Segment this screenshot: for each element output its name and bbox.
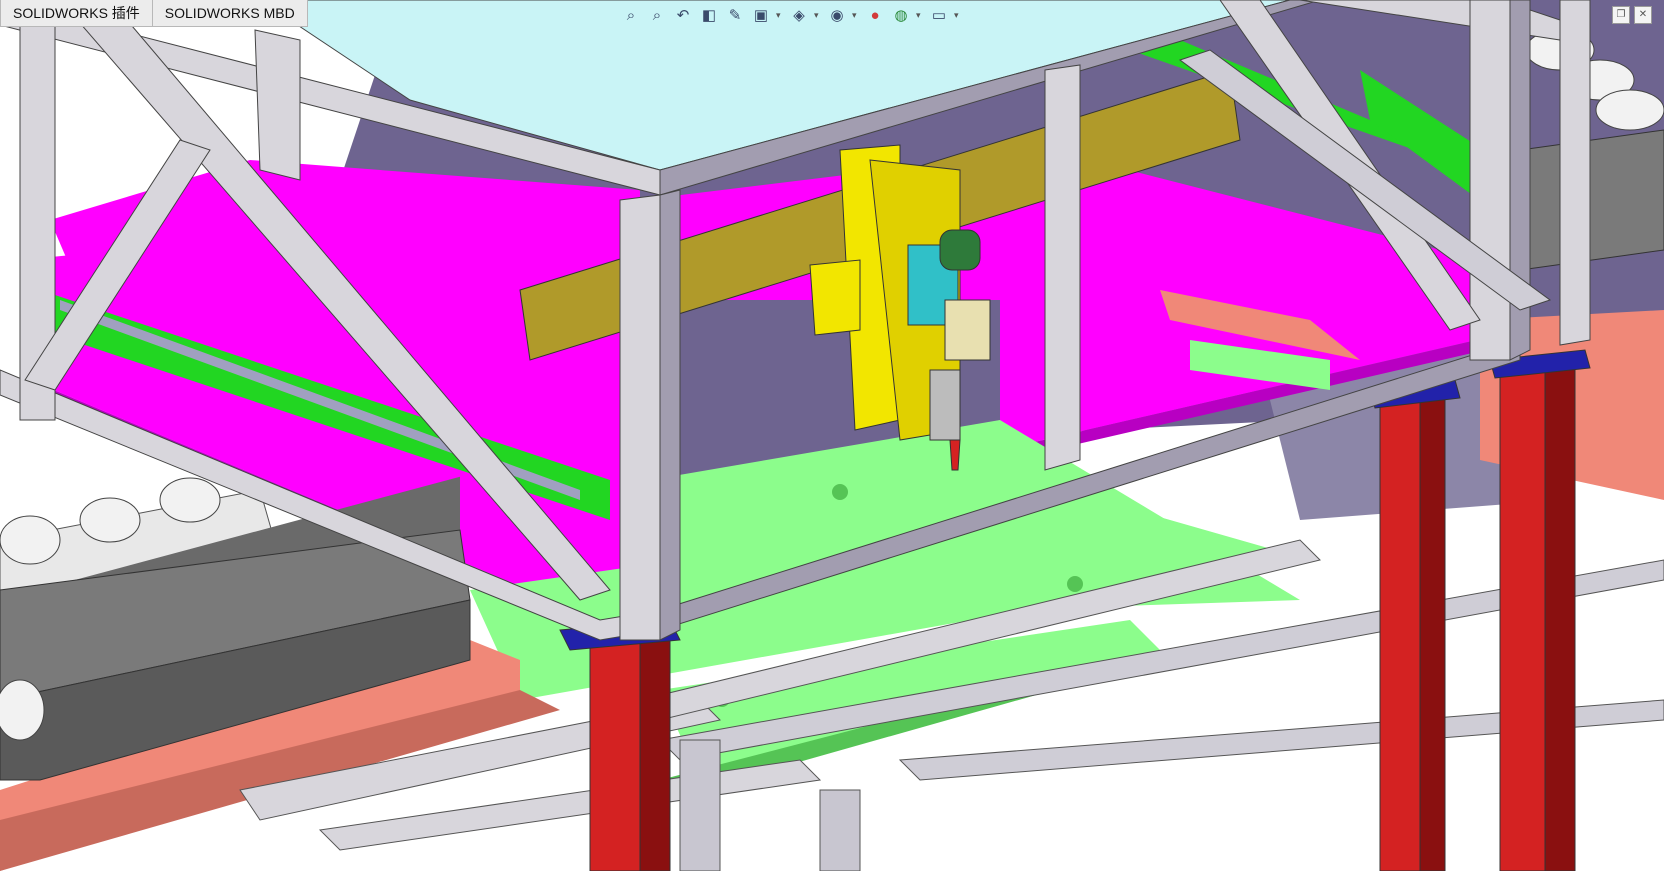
command-tabs: SOLIDWORKS 插件 SOLIDWORKS MBD <box>0 0 308 28</box>
apply-scene-icon[interactable]: ◍ <box>890 4 912 26</box>
zoom-to-area-icon[interactable]: ⌕ <box>646 4 668 26</box>
zoom-to-fit-icon[interactable]: ⌕ <box>620 4 642 26</box>
tab-solidworks-mbd[interactable]: SOLIDWORKS MBD <box>152 0 308 27</box>
restore-window-icon[interactable]: ❐ <box>1612 6 1630 24</box>
edit-appearance-icon[interactable]: ● <box>864 4 886 26</box>
heads-up-view-toolbar: ⌕ ⌕ ↶ ◧ ✎ ▣ ▾ ◈ ▾ ◉ ▾ ● ◍ ▾ ▭ ▾ <box>620 2 962 28</box>
dynamic-annotation-icon[interactable]: ✎ <box>724 4 746 26</box>
tab-solidworks-addins[interactable]: SOLIDWORKS 插件 <box>0 0 153 27</box>
view-settings-caret-icon[interactable]: ▾ <box>954 10 962 21</box>
view-orientation-caret-icon[interactable]: ▾ <box>776 10 784 21</box>
display-style-icon[interactable]: ◈ <box>788 4 810 26</box>
view-settings-icon[interactable]: ▭ <box>928 4 950 26</box>
plate-bolt <box>1067 576 1083 592</box>
display-style-caret-icon[interactable]: ▾ <box>814 10 822 21</box>
window-controls: ❐ ✕ <box>1612 6 1652 24</box>
graphics-area[interactable] <box>0 0 1664 871</box>
hide-show-caret-icon[interactable]: ▾ <box>852 10 860 21</box>
previous-view-icon[interactable]: ↶ <box>672 4 694 26</box>
apply-scene-caret-icon[interactable]: ▾ <box>916 10 924 21</box>
hide-show-items-icon[interactable]: ◉ <box>826 4 848 26</box>
close-window-icon[interactable]: ✕ <box>1634 6 1652 24</box>
plate-bolt <box>832 484 848 500</box>
section-view-icon[interactable]: ◧ <box>698 4 720 26</box>
view-orientation-icon[interactable]: ▣ <box>750 4 772 26</box>
